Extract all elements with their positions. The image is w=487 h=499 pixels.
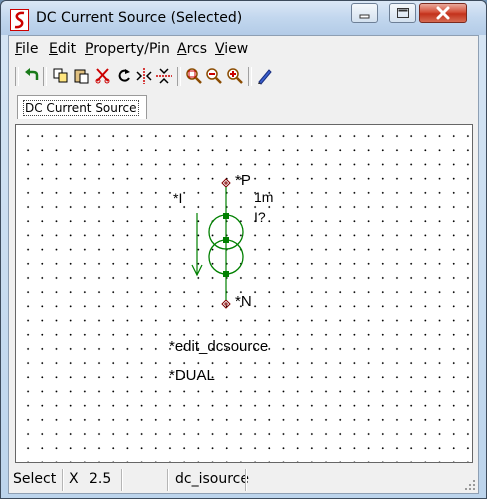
mirror-vertical-icon xyxy=(156,68,172,84)
toolbar xyxy=(9,64,478,90)
main-client-area: File Edit Property/Pin Arcs View DC Curr… xyxy=(8,35,479,494)
paste-button[interactable] xyxy=(73,67,91,85)
maximize-button[interactable] xyxy=(389,3,416,23)
menu-view[interactable]: View xyxy=(215,41,248,57)
status-divider xyxy=(167,469,169,491)
tab-label: DC Current Source xyxy=(23,100,139,116)
current-direction-arrow xyxy=(191,213,203,277)
pin-p-label: *P xyxy=(235,172,251,189)
toolbar-separator xyxy=(15,67,19,86)
edit-dcsource-label: *edit_dcsource xyxy=(169,338,268,355)
toolbar-separator xyxy=(177,67,181,86)
pencil-icon xyxy=(258,69,272,85)
menu-edit[interactable]: Edit xyxy=(49,41,76,57)
rotate-icon xyxy=(118,69,130,82)
mirror-horizontal-button[interactable] xyxy=(135,67,153,85)
zoom-fit-icon xyxy=(186,68,202,84)
status-bar: Select X 2.5 dc_isource xyxy=(9,467,478,493)
zoom-fit-button[interactable] xyxy=(185,67,203,85)
edit-pencil-button[interactable] xyxy=(256,67,274,85)
menu-file[interactable]: File xyxy=(15,41,38,57)
app-window: DC Current Source (Selected) File Edit P… xyxy=(0,0,487,499)
cut-button[interactable] xyxy=(94,67,112,85)
pin-n-label: *N xyxy=(235,293,252,310)
copy-icon xyxy=(53,68,68,83)
mirror-horizontal-icon xyxy=(136,68,152,84)
paste-icon xyxy=(74,69,89,84)
zoom-in-button[interactable] xyxy=(226,67,244,85)
minimize-icon xyxy=(359,14,370,19)
dual-label: *DUAL xyxy=(169,367,215,384)
title-bar[interactable]: DC Current Source (Selected) xyxy=(1,1,486,35)
zoom-in-icon xyxy=(227,68,243,84)
window-title: DC Current Source (Selected) xyxy=(36,10,243,26)
maximize-icon xyxy=(397,8,409,18)
tab-dc-current-source[interactable]: DC Current Source xyxy=(17,95,147,119)
menu-arcs[interactable]: Arcs xyxy=(177,41,207,57)
copy-button[interactable] xyxy=(52,67,70,85)
status-mode: Select xyxy=(13,471,57,487)
status-divider xyxy=(62,469,64,491)
zoom-out-icon xyxy=(206,68,222,84)
menu-bar: File Edit Property/Pin Arcs View xyxy=(9,36,478,61)
symbol-editor-canvas[interactable]: *I 1m I? *P *N *edit_dcsource *DUAL xyxy=(15,124,473,463)
scissors-icon xyxy=(95,68,110,84)
close-icon xyxy=(436,6,450,20)
tab-row: DC Current Source xyxy=(9,92,478,122)
status-model-name: dc_isource xyxy=(175,471,249,487)
minimize-button[interactable] xyxy=(351,3,378,23)
app-logo-icon xyxy=(10,9,29,31)
zoom-out-button[interactable] xyxy=(205,67,223,85)
resize-grip-icon[interactable] xyxy=(464,479,476,491)
symbol-drawing: *I 1m I? *P *N *edit_dcsource *DUAL xyxy=(169,172,273,384)
toolbar-separator xyxy=(248,67,252,86)
pin-n-marker[interactable] xyxy=(221,299,231,309)
pin-p-marker[interactable] xyxy=(221,178,231,188)
ref-designator-label: *I xyxy=(173,190,182,206)
close-button[interactable] xyxy=(419,3,467,23)
undo-arrow-icon xyxy=(25,68,39,80)
current-source-symbol[interactable] xyxy=(208,187,244,300)
value-label-1m: 1m xyxy=(254,189,273,205)
status-divider xyxy=(245,469,247,491)
value-label-i: I? xyxy=(254,209,266,225)
status-coord-label: X xyxy=(69,471,79,487)
rotate-button[interactable] xyxy=(115,67,133,85)
undo-button[interactable] xyxy=(23,67,41,85)
mirror-vertical-button[interactable] xyxy=(155,67,173,85)
status-divider xyxy=(121,469,123,491)
menu-property-pin[interactable]: Property/Pin xyxy=(85,41,170,57)
status-coord-value: 2.5 xyxy=(89,471,112,487)
toolbar-separator xyxy=(43,67,47,86)
